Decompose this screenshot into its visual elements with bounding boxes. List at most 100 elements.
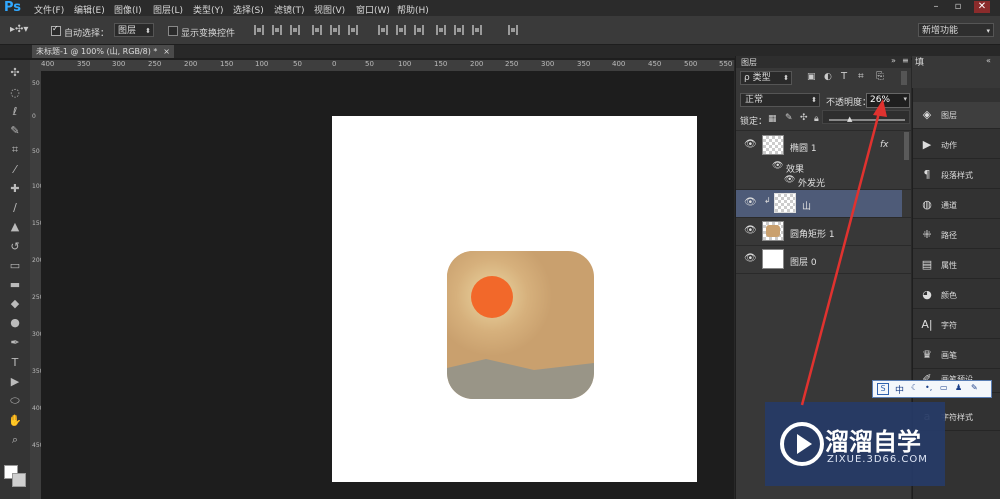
visibility-eye-icon[interactable]: 👁︎: [744, 197, 757, 208]
ruler-tick: 100: [398, 60, 412, 68]
eyedropper-tool-icon[interactable]: ⁄: [8, 163, 22, 177]
opacity-dropdown-icon[interactable]: ▾: [903, 95, 907, 103]
lock-transparent-icon[interactable]: ▦: [768, 114, 777, 124]
align-right-icon[interactable]: [348, 25, 358, 35]
menu-edit[interactable]: 编辑(E): [74, 3, 105, 16]
document-tab[interactable]: 未标题-1 @ 100% (山, RGB/8) * ×: [32, 45, 174, 58]
dock-item-character[interactable]: A| 字符: [913, 312, 1000, 339]
menu-type[interactable]: 类型(Y): [193, 3, 224, 16]
distribute-hcenter-icon[interactable]: [454, 25, 464, 35]
visibility-eye-icon[interactable]: 👁︎: [744, 139, 757, 150]
watermark-play-logo-icon: [780, 422, 824, 466]
marquee-tool-icon[interactable]: ◌: [8, 86, 22, 100]
background-color-swatch[interactable]: [12, 473, 26, 487]
close-window-button[interactable]: ✕: [974, 1, 990, 13]
ime-user-icon[interactable]: ♟: [955, 383, 962, 392]
layer-filter-dropdown[interactable]: ρ 类型 ⬍: [740, 71, 792, 85]
menu-file[interactable]: 文件(F): [34, 3, 64, 16]
layer-filter-label: ρ 类型: [744, 73, 771, 83]
dock-collapse-icon[interactable]: «: [986, 56, 991, 65]
align-top-icon[interactable]: [254, 25, 264, 35]
distribute-bottom-icon[interactable]: [414, 25, 424, 35]
auto-select-label: 自动选择：: [64, 29, 110, 39]
dock-item-label: 路径: [941, 231, 957, 240]
dock-item-layers[interactable]: ◈ 图层: [913, 102, 1000, 129]
minimize-button[interactable]: –: [928, 1, 944, 13]
auto-select-checkbox[interactable]: ✓: [51, 24, 61, 36]
align-vcenter-icon[interactable]: [272, 25, 282, 35]
menu-select[interactable]: 选择(S): [233, 3, 264, 16]
dock-item-label: 字符: [941, 321, 957, 330]
distribute-vcenter-icon[interactable]: [396, 25, 406, 35]
move-tool-preset-icon[interactable]: ▸✣▾: [10, 24, 38, 36]
ime-settings-icon[interactable]: ✎: [971, 383, 978, 392]
distribute-top-icon[interactable]: [378, 25, 388, 35]
panel-menu-icon[interactable]: ≡: [902, 56, 909, 65]
menu-filter[interactable]: 滤镜(T): [274, 3, 305, 16]
dock-item-label: 字符样式: [941, 413, 973, 422]
properties-icon: ▤: [921, 258, 933, 271]
blur-tool-icon[interactable]: ◆: [8, 297, 22, 311]
menu-window[interactable]: 窗口(W): [356, 3, 390, 16]
document-canvas[interactable]: [332, 116, 697, 482]
align-left-icon[interactable]: [312, 25, 322, 35]
visibility-eye-icon[interactable]: 👁︎: [744, 225, 757, 236]
ruler-tick: 150: [434, 60, 448, 68]
workspace-dropdown[interactable]: 新增功能 ▾: [918, 23, 994, 37]
shape-tool-icon[interactable]: ⬭: [8, 394, 22, 408]
distribute-right-icon[interactable]: [472, 25, 482, 35]
filter-pixel-icon[interactable]: ▣: [807, 72, 816, 82]
dodge-tool-icon[interactable]: ●: [8, 316, 22, 330]
menu-help[interactable]: 帮助(H): [397, 3, 429, 16]
ruler-tick: 200: [184, 60, 198, 68]
visibility-eye-icon[interactable]: 👁︎: [744, 253, 757, 264]
distribute-left-icon[interactable]: [436, 25, 446, 35]
menu-layer[interactable]: 图层(L): [153, 3, 183, 16]
dock-item-paragraph-styles[interactable]: ¶ 段落样式: [913, 162, 1000, 189]
show-transform-checkbox[interactable]: [168, 26, 178, 36]
ime-punct-icon[interactable]: •,: [925, 383, 932, 392]
stamp-tool-icon[interactable]: ▲: [8, 220, 22, 234]
layers-panel-title: 图层: [741, 58, 757, 67]
dock-item-paths[interactable]: ⁜ 路径: [913, 222, 1000, 249]
dock-item-channels[interactable]: ◍ 通道: [913, 192, 1000, 219]
ime-keyboard-icon[interactable]: ▭: [940, 383, 948, 392]
filter-type-icon[interactable]: T: [841, 71, 847, 82]
filter-toggle[interactable]: [901, 71, 907, 85]
brush-tool-icon[interactable]: ∕: [8, 201, 22, 215]
restore-button[interactable]: ▫: [950, 1, 966, 13]
hand-tool-icon[interactable]: ✋: [8, 414, 22, 428]
dock-item-actions[interactable]: ▶ 动作: [913, 132, 1000, 159]
menu-view[interactable]: 视图(V): [314, 3, 345, 16]
layers-scrollbar[interactable]: [904, 132, 909, 160]
ime-moon-icon[interactable]: ☾: [911, 383, 918, 392]
quick-select-tool-icon[interactable]: ✎: [8, 124, 22, 138]
gradient-tool-icon[interactable]: ▬: [8, 278, 22, 292]
ruler-tick: 350: [577, 60, 591, 68]
dock-item-color[interactable]: ◕ 颜色: [913, 282, 1000, 309]
healing-tool-icon[interactable]: ✚: [8, 182, 22, 196]
lasso-tool-icon[interactable]: ℓ: [8, 105, 22, 119]
path-select-tool-icon[interactable]: ▶: [8, 375, 22, 389]
align-hcenter-icon[interactable]: [330, 25, 340, 35]
align-bottom-icon[interactable]: [290, 25, 300, 35]
zoom-tool-icon[interactable]: ⌕: [8, 433, 22, 447]
channels-icon: ◍: [922, 198, 932, 211]
filter-adjust-icon[interactable]: ◐: [824, 72, 832, 82]
filter-shape-icon[interactable]: ⌗: [858, 71, 864, 82]
menu-image[interactable]: 图像(I): [114, 3, 142, 16]
pen-tool-icon[interactable]: ✒: [8, 336, 22, 350]
collapse-panel-icon[interactable]: »: [891, 56, 896, 65]
effects-eye-icon[interactable]: 👁︎: [772, 161, 783, 171]
history-brush-tool-icon[interactable]: ↺: [8, 240, 22, 254]
type-tool-icon[interactable]: T: [8, 356, 22, 370]
move-tool-icon[interactable]: ✣: [8, 66, 22, 80]
close-tab-icon[interactable]: ×: [163, 45, 170, 58]
auto-align-icon[interactable]: [508, 25, 518, 35]
dock-item-properties[interactable]: ▤ 属性: [913, 252, 1000, 279]
dock-item-brush[interactable]: ♛ 画笔: [913, 342, 1000, 369]
eraser-tool-icon[interactable]: ▭: [8, 259, 22, 273]
crop-tool-icon[interactable]: ⌗: [8, 143, 22, 157]
filter-smart-object-icon[interactable]: ⎘: [876, 71, 884, 82]
auto-select-dropdown[interactable]: 图层 ⬍: [114, 23, 154, 37]
